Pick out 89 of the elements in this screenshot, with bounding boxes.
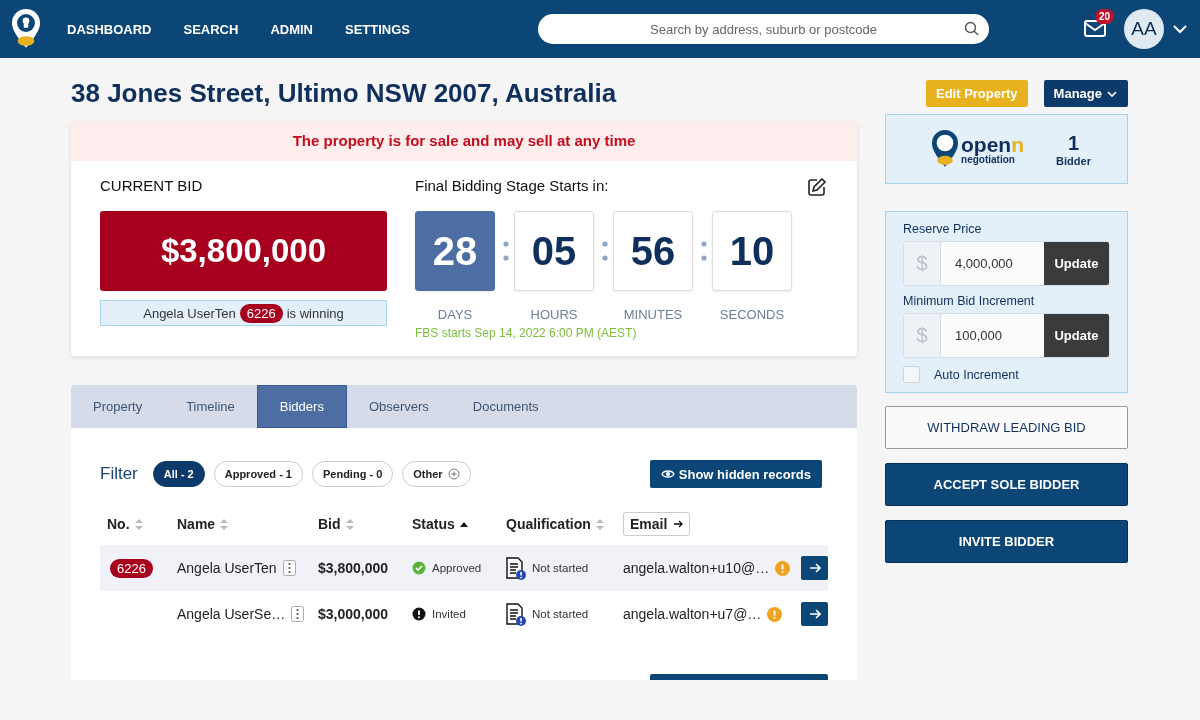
filter-label: Filter — [100, 464, 138, 484]
countdown-value: 28 — [415, 211, 495, 291]
warning-icon — [767, 606, 783, 622]
bid-amount: $3,800,000 — [318, 560, 389, 576]
countdown-label: SECONDS — [719, 307, 785, 322]
bidder-name: Angela UserSe… — [177, 606, 286, 622]
bid-amount: $3,000,000 — [318, 606, 389, 622]
more-options-icon[interactable] — [291, 606, 305, 622]
action-button[interactable]: WITHDRAW LEADING BID — [885, 406, 1128, 449]
colon-separator-icon — [602, 241, 608, 261]
nav-link[interactable]: SETTINGS — [345, 21, 411, 37]
countdown-value: 56 — [613, 211, 693, 291]
nav-link[interactable]: SEARCH — [183, 21, 239, 37]
bidder-name: Angela UserTen — [177, 560, 277, 576]
status-text: Approved — [432, 562, 482, 574]
alert-banner: The property is for sale and may sell at any time — [71, 121, 857, 161]
logo-icon[interactable] — [12, 9, 40, 49]
checkbox-label: Auto Increment — [934, 367, 1019, 382]
tab[interactable]: Bidders — [256, 385, 347, 428]
countdown-label: DAYS — [437, 307, 473, 322]
open-button[interactable] — [801, 556, 828, 580]
action-button[interactable]: INVITE BIDDER — [885, 520, 1128, 563]
bidder-count: 1 — [1067, 131, 1080, 155]
filter-chip[interactable]: Pending - 0 — [311, 461, 394, 487]
warning-icon — [775, 560, 791, 576]
column-header: Qualification — [506, 516, 591, 532]
page-title: 38 Jones Street, Ultimo NSW 2007, Australia — [71, 78, 618, 109]
email-text: angela.walton+u10@… — [623, 560, 770, 576]
column-header: Bid — [318, 516, 341, 532]
document-alert-icon — [506, 602, 526, 626]
tab[interactable]: Documents — [450, 385, 561, 428]
filter-chip[interactable]: Other — [402, 461, 471, 487]
section-heading: Final Bidding Stage Starts in: — [415, 177, 609, 194]
bidder-count-label: Bidder — [1056, 154, 1091, 167]
plus-circle-icon — [447, 468, 460, 480]
menu-button[interactable]: Manage — [1043, 80, 1128, 107]
arrow-right-icon — [808, 562, 821, 574]
column-header: Status — [412, 516, 455, 532]
arrow-right-icon — [808, 608, 821, 620]
bidder-number-badge: 6226 — [239, 303, 283, 323]
logo-icon — [932, 130, 959, 168]
current-bid-amount: $3,800,000 — [100, 211, 387, 291]
field-label: Reserve Price — [903, 222, 983, 236]
nav-link[interactable]: ADMIN — [270, 21, 313, 37]
countdown-note: FBS starts Sep 14, 2022 6:00 PM (AEST) — [415, 326, 638, 340]
search-field[interactable]: Search by address, suburb or postcode — [538, 14, 990, 44]
winner-name: Angela UserTen — [143, 305, 236, 321]
arrow-right-icon — [673, 519, 684, 529]
exclamation-circle-icon — [412, 607, 426, 621]
check-circle-icon — [412, 561, 426, 575]
mail-icon[interactable] — [1084, 18, 1106, 38]
more-options-icon[interactable] — [282, 560, 296, 576]
countdown-label: MINUTES — [623, 307, 683, 322]
colon-separator-icon — [701, 241, 707, 261]
action-button[interactable]: ACCEPT SOLE BIDDER — [885, 463, 1128, 506]
section-heading: CURRENT BID — [100, 177, 204, 194]
user-avatar[interactable]: AA — [1124, 9, 1164, 49]
filter-chip[interactable]: Approved - 1 — [213, 461, 303, 487]
brand-name: openn — [961, 133, 1025, 155]
brand-tagline: negotiation — [961, 154, 1016, 165]
chevron-down-icon — [1106, 88, 1118, 99]
countdown-label: HOURS — [530, 307, 578, 322]
tab[interactable]: Observers — [346, 385, 451, 428]
open-button[interactable] — [801, 602, 828, 626]
field-label: Minimum Bid Increment — [903, 294, 1036, 308]
countdown-value: 10 — [712, 211, 792, 291]
column-header: Name — [177, 516, 216, 532]
document-alert-icon — [506, 556, 526, 580]
checkbox[interactable] — [903, 366, 920, 383]
status-text: Invited — [432, 608, 466, 620]
colon-separator-icon — [503, 241, 509, 261]
bidder-number-badge: 6226 — [110, 558, 153, 578]
tab[interactable]: Property — [71, 385, 165, 428]
search-icon[interactable] — [964, 21, 980, 36]
nav-link[interactable]: DASHBOARD — [67, 21, 152, 37]
countdown-value: 05 — [514, 211, 594, 291]
notification-badge: 20 — [1095, 9, 1115, 24]
chevron-down-icon[interactable] — [1172, 22, 1188, 36]
show-hidden-button[interactable]: Show hidden records — [649, 460, 822, 488]
winner-text: is winning — [286, 305, 344, 321]
tab[interactable]: Timeline — [164, 385, 257, 428]
column-header: No. — [107, 516, 130, 532]
qualification-text: Not started — [532, 562, 589, 574]
filter-chip[interactable]: All - 2 — [152, 461, 205, 487]
qualification-text: Not started — [532, 608, 589, 620]
eye-icon — [660, 468, 675, 480]
column-link-button[interactable]: Email — [623, 512, 691, 536]
edit-icon[interactable] — [807, 177, 827, 197]
email-text: angela.walton+u7@… — [623, 606, 762, 622]
